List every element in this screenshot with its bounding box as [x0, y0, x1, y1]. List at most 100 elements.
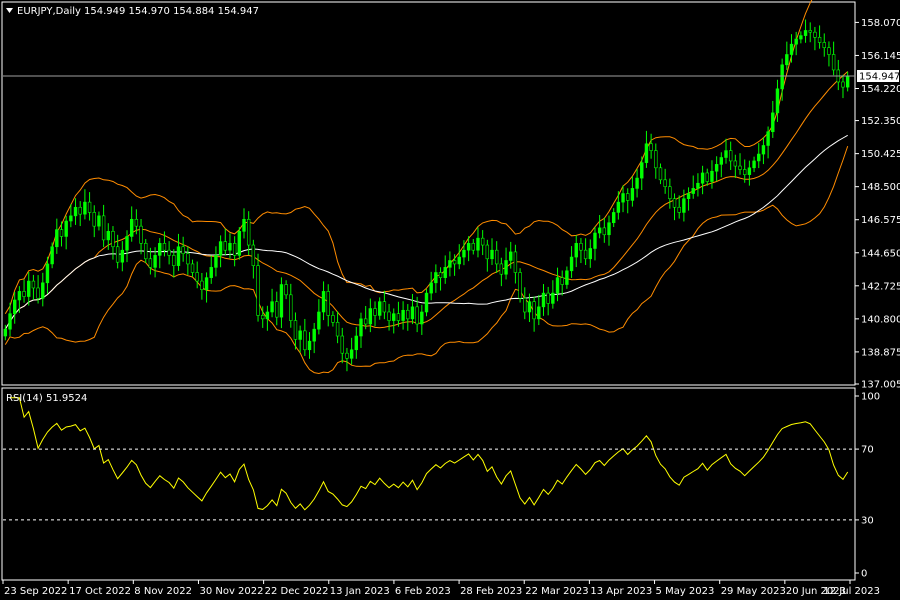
price-chart[interactable]: 158.070 156.145 154.220 152.350 150.425 148.5… — [0, 0, 900, 600]
candle[interactable] — [443, 255, 447, 284]
candle[interactable] — [817, 25, 822, 49]
candle[interactable] — [476, 227, 480, 258]
candle[interactable] — [186, 246, 190, 275]
candle[interactable] — [794, 31, 798, 56]
candle[interactable] — [537, 294, 541, 326]
candle[interactable] — [588, 239, 592, 268]
candle[interactable] — [251, 239, 256, 279]
candle[interactable] — [331, 311, 335, 327]
candle[interactable] — [312, 322, 316, 354]
candle[interactable] — [658, 163, 663, 185]
candle[interactable] — [167, 241, 171, 265]
candle[interactable] — [448, 251, 452, 277]
candle[interactable] — [204, 272, 209, 303]
candle[interactable] — [565, 266, 569, 289]
candle[interactable] — [803, 19, 808, 43]
candle[interactable] — [836, 59, 841, 91]
candle[interactable] — [813, 26, 817, 51]
candle[interactable] — [626, 188, 630, 214]
candle[interactable] — [696, 173, 700, 197]
candle[interactable] — [724, 138, 728, 164]
candle[interactable] — [340, 327, 344, 364]
candle[interactable] — [144, 239, 148, 264]
candle[interactable] — [471, 239, 475, 255]
candle[interactable] — [523, 287, 527, 320]
candle[interactable] — [50, 242, 54, 269]
candle[interactable] — [761, 137, 766, 165]
candle[interactable] — [574, 235, 578, 268]
candle[interactable] — [757, 143, 761, 169]
candle[interactable] — [808, 22, 812, 43]
candles[interactable] — [3, 19, 850, 372]
candle[interactable] — [232, 236, 237, 267]
candle[interactable] — [218, 235, 223, 268]
candle[interactable] — [579, 238, 583, 264]
candle[interactable] — [583, 238, 588, 265]
candle[interactable] — [22, 279, 26, 303]
candle[interactable] — [705, 168, 709, 186]
candle[interactable] — [298, 325, 302, 353]
candle[interactable] — [270, 288, 274, 318]
candle[interactable] — [78, 201, 82, 227]
candle[interactable] — [551, 280, 555, 309]
candle[interactable] — [710, 160, 714, 189]
candle[interactable] — [616, 191, 621, 220]
candle[interactable] — [392, 308, 396, 334]
candle[interactable] — [87, 192, 92, 221]
candle[interactable] — [747, 160, 752, 186]
candle[interactable] — [214, 246, 218, 277]
candle[interactable] — [97, 211, 101, 231]
candle[interactable] — [55, 218, 59, 254]
candle[interactable] — [125, 230, 129, 263]
candle[interactable] — [597, 215, 602, 239]
candle[interactable] — [607, 215, 611, 246]
candle[interactable] — [541, 284, 546, 316]
candle[interactable] — [480, 230, 485, 256]
candle[interactable] — [841, 74, 845, 99]
candle[interactable] — [424, 288, 429, 317]
candle[interactable] — [200, 272, 204, 300]
candle[interactable] — [775, 79, 780, 122]
candle[interactable] — [195, 261, 199, 289]
candle[interactable] — [518, 268, 522, 303]
candle[interactable] — [321, 281, 326, 321]
candle[interactable] — [719, 152, 724, 178]
candle[interactable] — [246, 211, 251, 256]
candle[interactable] — [237, 227, 242, 260]
candle[interactable] — [275, 291, 279, 326]
candle[interactable] — [438, 267, 443, 291]
candle[interactable] — [845, 71, 850, 92]
candle[interactable] — [172, 249, 176, 278]
candle[interactable] — [499, 257, 504, 287]
candle[interactable] — [738, 153, 742, 175]
candle[interactable] — [345, 347, 349, 372]
candle[interactable] — [635, 169, 639, 198]
candle[interactable] — [101, 204, 106, 248]
candle[interactable] — [223, 228, 227, 256]
candle[interactable] — [349, 337, 354, 365]
candle[interactable] — [785, 41, 789, 71]
candle[interactable] — [513, 244, 518, 284]
candle[interactable] — [190, 259, 195, 277]
candle[interactable] — [700, 165, 705, 195]
candle[interactable] — [654, 143, 658, 179]
candle[interactable] — [504, 247, 508, 280]
candle[interactable] — [686, 187, 691, 211]
candle[interactable] — [569, 246, 574, 278]
candle[interactable] — [368, 298, 373, 333]
candle[interactable] — [120, 241, 125, 272]
candle[interactable] — [532, 296, 536, 332]
candle[interactable] — [303, 318, 307, 356]
candle[interactable] — [663, 168, 667, 194]
candle[interactable] — [733, 154, 738, 178]
candle[interactable] — [359, 312, 363, 348]
candle[interactable] — [429, 271, 433, 301]
candle[interactable] — [752, 156, 756, 173]
candle[interactable] — [611, 208, 616, 228]
candle[interactable] — [401, 301, 405, 330]
candle[interactable] — [649, 133, 653, 159]
candle[interactable] — [176, 233, 181, 271]
candle[interactable] — [139, 219, 143, 255]
candle[interactable] — [256, 253, 260, 322]
candle[interactable] — [209, 255, 213, 284]
